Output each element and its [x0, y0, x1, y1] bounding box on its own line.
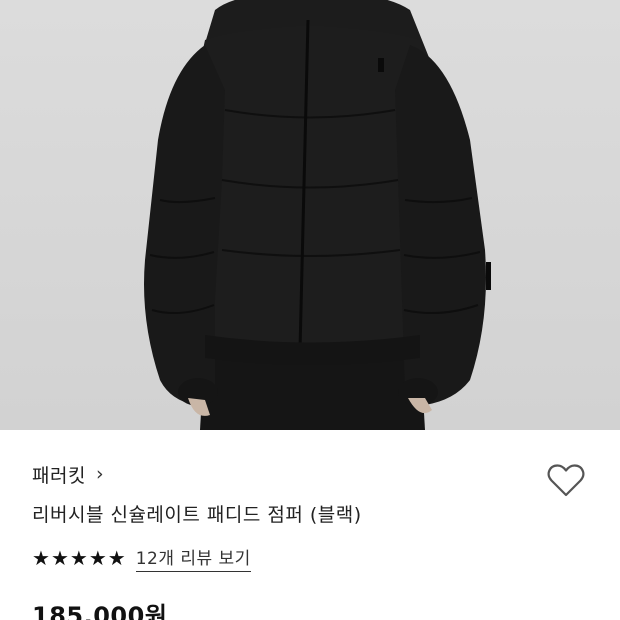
- wishlist-button[interactable]: [546, 460, 586, 500]
- rating-row: ★ ★ ★ ★ ★ 12개 리뷰 보기: [32, 543, 251, 573]
- product-price: 185,000원: [32, 602, 168, 620]
- star-icon: ★: [69, 546, 88, 570]
- rating-stars: ★ ★ ★ ★ ★: [32, 548, 126, 568]
- product-title: 리버시블 신슐레이트 패디드 점퍼 (블랙): [32, 504, 362, 526]
- star-icon: ★: [107, 546, 126, 570]
- review-link[interactable]: 12개 리뷰 보기: [135, 544, 251, 572]
- brand-name: 패러킷: [32, 464, 86, 487]
- star-icon: ★: [50, 546, 69, 570]
- star-icon: ★: [32, 546, 50, 570]
- star-icon: ★: [88, 546, 107, 570]
- product-info-panel: 패러킷 › 리버시블 신슐레이트 패디드 점퍼 (블랙) ★ ★ ★ ★ ★ 1…: [0, 430, 620, 620]
- heart-outline-icon: [547, 464, 585, 497]
- brand-link[interactable]: 패러킷 ›: [32, 460, 104, 488]
- chevron-right-icon: ›: [95, 462, 104, 485]
- jacket-illustration: [144, 0, 491, 430]
- product-image[interactable]: [0, 0, 620, 430]
